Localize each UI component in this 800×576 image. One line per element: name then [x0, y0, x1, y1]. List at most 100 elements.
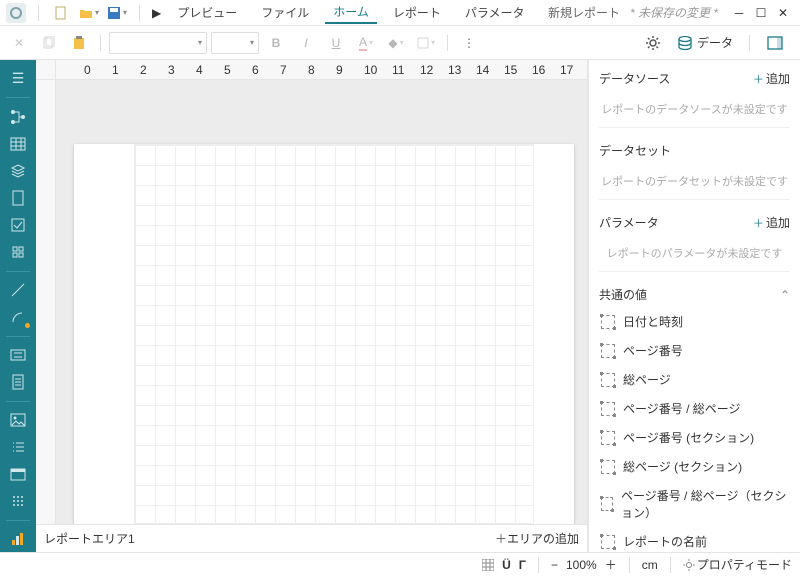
toolbox-calendar-icon[interactable] [4, 462, 32, 487]
parameter-add-button[interactable]: ＋ 追加 [753, 214, 790, 231]
ruler-mark: 2 [140, 63, 147, 77]
toolbox-image-icon[interactable] [4, 408, 32, 433]
toolbox-table-icon[interactable] [4, 131, 32, 156]
common-value-label: ページ番号 / 総ページ [623, 400, 741, 417]
zoom-in-button[interactable]: ＋ [605, 556, 617, 573]
common-values-header[interactable]: 共通の値 ⌃ [599, 282, 790, 307]
gear-icon [683, 559, 695, 571]
zoom-out-button[interactable]: − [551, 558, 558, 572]
panel-toggle-button[interactable] [762, 30, 788, 56]
ruler-mark: 9 [336, 63, 343, 77]
main-area: ☰ [0, 60, 800, 552]
ruler-mark: 11 [392, 63, 404, 77]
common-value-item[interactable]: 日付と時刻 [599, 307, 790, 336]
common-values-title: 共通の値 [599, 286, 647, 303]
common-value-item[interactable]: 総ページ [599, 365, 790, 394]
common-value-label: ページ番号 (セクション) [623, 429, 754, 446]
datasource-title: データソース [599, 70, 670, 87]
ruler-mark: 13 [448, 63, 461, 77]
data-tab-label: データ [697, 34, 733, 51]
common-value-label: 日付と時刻 [623, 313, 683, 330]
report-area-grid[interactable] [134, 144, 534, 524]
toolbox-layers-icon[interactable] [4, 158, 32, 183]
preview-play-icon[interactable]: ▶ [152, 6, 161, 20]
app-logo-icon [6, 3, 26, 23]
font-size-select[interactable]: ▾ [211, 32, 259, 54]
add-area-button[interactable]: ＋ エリアの追加 [495, 530, 579, 547]
font-family-select[interactable]: ▾ [109, 32, 207, 54]
toolbox-input-icon[interactable] [4, 343, 32, 368]
toolbox-list-icon[interactable] [4, 435, 32, 460]
status-snap-icon[interactable]: Ü [502, 558, 511, 572]
window-close-button[interactable]: ✕ [772, 2, 794, 24]
underline-button: U [323, 30, 349, 56]
toolbox-doc-icon[interactable] [4, 370, 32, 395]
dataset-title: データセット [599, 142, 671, 159]
data-tab[interactable]: データ [673, 30, 737, 55]
parameter-empty-text: レポートのパラメータが未設定です [599, 235, 790, 272]
unsaved-indicator: * 未保存の変更 * [630, 4, 718, 21]
common-value-item[interactable]: レポートの名前 [599, 527, 790, 552]
status-grid-icon[interactable] [482, 559, 494, 571]
toolbox-menu-icon[interactable]: ☰ [4, 66, 32, 91]
datasource-add-button[interactable]: ＋ 追加 [753, 70, 790, 87]
property-mode-label: プロパティモード [697, 556, 792, 573]
common-value-item[interactable]: ページ番号 / 総ページ（セクション） [599, 481, 790, 527]
fill-color-button: ◆▾ [383, 30, 409, 56]
ruler-mark: 12 [420, 63, 433, 77]
area-bar: レポートエリア1 ＋ エリアの追加 [36, 524, 587, 552]
save-icon[interactable]: ▾ [107, 3, 127, 23]
area-name-label[interactable]: レポートエリア1 [44, 530, 135, 547]
ruler-mark: 4 [196, 63, 203, 77]
ruler-mark: 6 [252, 63, 259, 77]
common-value-label: 総ページ [623, 371, 671, 388]
open-folder-icon[interactable]: ▾ [79, 3, 99, 23]
design-surface[interactable] [56, 80, 587, 524]
menu-parameters[interactable]: パラメータ [457, 2, 533, 23]
parameter-title: パラメータ [599, 214, 659, 231]
toolbox-tree-icon[interactable] [4, 104, 32, 129]
toolbox-page-icon[interactable] [4, 185, 32, 210]
toolbox-check-icon[interactable] [4, 212, 32, 237]
left-toolbox: ☰ [0, 60, 36, 552]
page[interactable] [74, 144, 574, 524]
titlebar: ▾ ▾ ▶ プレビュー ファイル ホーム レポート パラメータ 新規レポート *… [0, 0, 800, 26]
field-glyph-icon [601, 344, 615, 358]
dataset-empty-text: レポートのデータセットが未設定です [599, 163, 790, 200]
ruler-mark: 0 [84, 63, 91, 77]
toolbox-pivot-icon[interactable] [4, 489, 32, 514]
toolbox-line-icon[interactable] [4, 277, 32, 302]
common-value-item[interactable]: 総ページ (セクション) [599, 452, 790, 481]
collapse-icon: ⌃ [780, 288, 790, 302]
ruler-mark: 16 [532, 63, 545, 77]
section-common-values: 共通の値 ⌃ 日付と時刻ページ番号総ページページ番号 / 総ページページ番号 (… [599, 282, 790, 552]
toolbox-chart-icon[interactable] [4, 527, 32, 552]
status-corner-icon[interactable]: Γ [519, 558, 526, 572]
ruler-mark: 17 [560, 63, 573, 77]
border-button: ▾ [413, 30, 439, 56]
window-minimize-button[interactable]: ─ [728, 2, 750, 24]
menu-preview[interactable]: プレビュー [169, 2, 245, 23]
toolbox-shape-icon[interactable] [4, 305, 32, 330]
document-title: 新規レポート [548, 4, 620, 21]
menu-report[interactable]: レポート [385, 2, 449, 23]
data-panel-body: データソース ＋ 追加 レポートのデータソースが未設定です データセット レポー… [589, 60, 800, 552]
new-doc-icon[interactable] [51, 3, 71, 23]
font-color-button: A▾ [353, 30, 379, 56]
datasource-empty-text: レポートのデータソースが未設定です [599, 91, 790, 128]
toolbox-grid-icon[interactable] [4, 239, 32, 264]
window-maximize-button[interactable]: ☐ [750, 2, 772, 24]
menu-file[interactable]: ファイル [253, 2, 317, 23]
settings-tab-icon[interactable] [641, 31, 665, 55]
common-value-item[interactable]: ページ番号 (セクション) [599, 423, 790, 452]
more-options-button[interactable]: ⋮ [456, 30, 482, 56]
menu-home[interactable]: ホーム [325, 1, 377, 24]
unit-toggle[interactable]: cm [642, 558, 658, 572]
ruler-mark: 5 [224, 63, 231, 77]
ruler-mark: 8 [308, 63, 315, 77]
property-mode-button[interactable]: プロパティモード [683, 556, 792, 573]
common-value-item[interactable]: ページ番号 / 総ページ [599, 394, 790, 423]
common-value-item[interactable]: ページ番号 [599, 336, 790, 365]
paste-button[interactable] [66, 30, 92, 56]
right-panel: データソース ＋ 追加 レポートのデータソースが未設定です データセット レポー… [588, 60, 800, 552]
